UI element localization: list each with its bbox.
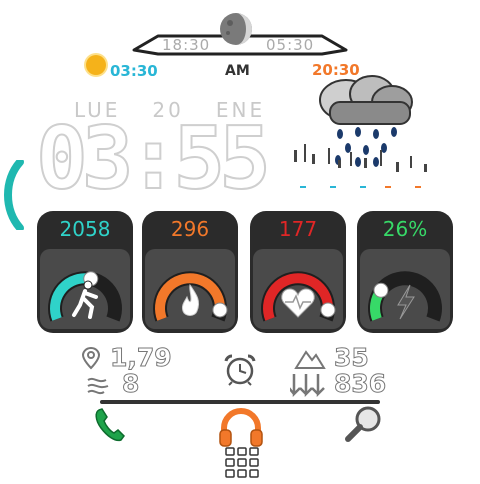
heart-rate-value: 177 — [278, 217, 318, 241]
steps-gauge — [48, 271, 122, 322]
alarm-clock-icon[interactable] — [220, 352, 260, 386]
moon-icon — [218, 11, 254, 47]
distance-value: 1,79 — [110, 343, 173, 372]
elevation-value: 35 — [334, 343, 370, 372]
phone-icon[interactable] — [93, 406, 127, 444]
search-icon[interactable] — [344, 404, 384, 444]
mountain-icon — [294, 346, 326, 370]
location-pin-icon — [80, 346, 102, 370]
wind-icon — [84, 374, 114, 396]
decorative-marks — [290, 140, 440, 200]
calories-value: 296 — [170, 217, 210, 241]
sunrise-time: 03:30 — [110, 62, 158, 80]
battery-gauge — [368, 271, 442, 322]
am-pm-indicator: AM — [225, 63, 250, 79]
floors-value: 836 — [333, 369, 387, 398]
separator-bar — [100, 400, 380, 404]
wind-value: 8 — [121, 369, 140, 398]
steps-value: 2058 — [59, 217, 111, 241]
lightning-icon — [397, 284, 415, 320]
calories-card[interactable]: 296 — [142, 211, 238, 333]
headphones-icon[interactable] — [218, 406, 264, 448]
flame-icon — [182, 283, 200, 316]
calories-gauge — [153, 271, 228, 322]
moonrise-time: 18:30 — [162, 36, 211, 54]
battery-value: 26% — [382, 217, 428, 241]
moonset-time: 05:30 — [266, 36, 315, 54]
floors-icon — [288, 372, 326, 398]
steps-card[interactable]: 2058 — [37, 211, 133, 333]
sun-icon — [86, 55, 106, 75]
battery-card[interactable]: 26% — [357, 211, 453, 333]
apps-grid-icon[interactable] — [224, 446, 260, 480]
left-edge-accent — [0, 158, 30, 232]
heart-rate-gauge — [261, 271, 336, 322]
digital-time[interactable]: 03:55 — [35, 113, 272, 205]
heart-rate-card[interactable]: 177 — [250, 211, 346, 333]
